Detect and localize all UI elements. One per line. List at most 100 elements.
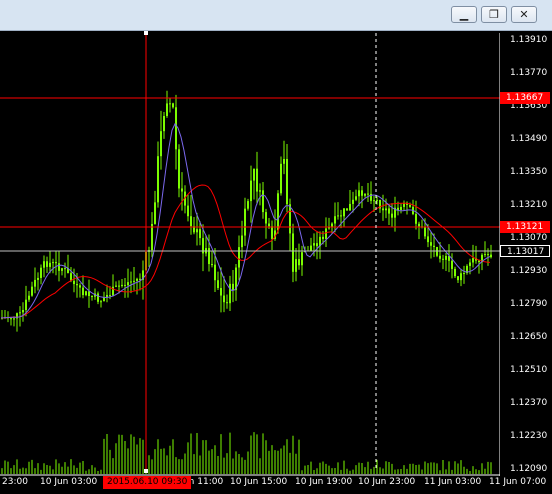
candle-body [298,259,300,266]
candle-body [331,223,333,227]
candle-body [121,284,123,286]
restore-icon: ❐ [489,8,499,21]
candle-body [241,235,243,248]
price-tick: 1.13210 [510,200,548,210]
candle-body [256,168,258,192]
candle-body [10,318,12,320]
candle-body [283,158,285,164]
candle-body [322,236,324,239]
candle-body [223,295,225,303]
minimize-button[interactable]: ▁ [451,6,477,23]
candle-body [103,297,105,302]
candle-body [289,204,291,234]
candle-body [325,228,327,239]
candle-body [337,215,339,217]
candle-body [31,286,33,296]
price-tick: 1.12370 [510,398,548,408]
candle-body [391,213,393,218]
candle-body [82,287,84,296]
candle-body [61,268,63,271]
price-chart-canvas[interactable] [0,31,552,494]
candle-body [73,280,75,285]
candle-body [199,229,201,239]
candle-body [175,107,177,150]
candle-body [28,295,30,300]
candle-body [313,243,315,246]
candle-body [151,223,153,251]
price-tick: 1.13490 [510,134,548,144]
candle-body [478,260,480,263]
price-tick: 1.12790 [510,299,548,309]
candle-body [88,291,90,297]
crosshair-top-handle[interactable] [144,31,148,35]
candle-body [340,215,342,217]
window-titlebar: ▁ ❐ ✕ [0,0,552,31]
candle-body [295,259,297,272]
candle-body [58,263,60,271]
candle-body [484,254,486,256]
candle-body [460,273,462,281]
current-price-badge: 1.13017 [500,245,550,257]
candle-body [343,208,345,217]
horizontal-line-price-badge: 1.13121 [500,221,550,233]
candle-body [334,216,336,224]
candle-body [49,262,51,267]
time-label: 10 Jun 19:00 [295,477,353,487]
candle-body [91,296,93,298]
price-tick: 1.12650 [510,332,548,342]
candle-body [415,214,417,224]
candle-body [181,188,183,192]
candle-body [430,242,432,246]
candle-body [190,216,192,227]
price-tick: 1.13770 [510,68,548,78]
candle-body [124,284,126,286]
restore-button[interactable]: ❐ [481,6,507,23]
candle-body [451,260,453,269]
candle-body [169,103,171,105]
candle-body [217,280,219,289]
candle-body [454,268,456,277]
candle-body [46,261,48,267]
candle-body [409,204,411,207]
candle-body [238,247,240,268]
time-label: 11 Jun 03:00 [424,477,482,487]
candle-body [262,190,264,213]
candle-body [463,273,465,275]
candle-body [52,262,54,264]
candle-body [19,312,21,314]
candle-body [229,283,231,304]
candle-body [388,208,390,214]
candle-body [178,149,180,189]
candle-body [316,243,318,247]
candle-body [97,293,99,302]
time-label: 11 Jun 07:00 [489,477,547,487]
candle-body [232,283,234,291]
candle-body [109,295,111,297]
candle-body [259,190,261,192]
candle-body [25,299,27,310]
candle-body [115,285,117,287]
candle-body [127,282,129,286]
candle-body [118,285,120,287]
time-label: 23:00 [2,477,28,487]
candle-body [85,291,87,296]
candle-body [79,285,81,288]
close-icon: ✕ [519,8,529,21]
candle-body [358,190,360,197]
candle-body [250,180,252,202]
candle-body [136,278,138,281]
candle-body [442,258,444,260]
candle-body [385,208,387,211]
candle-body [433,245,435,247]
candle-body [364,193,366,196]
close-button[interactable]: ✕ [511,6,537,23]
candle-body [166,103,168,116]
candle-body [280,163,282,194]
candle-body [133,280,135,282]
candle-body [424,227,426,237]
crosshair-bottom-handle[interactable] [144,469,148,473]
candle-body [367,193,369,195]
candle-body [271,226,273,239]
candle-body [268,223,270,227]
candle-body [439,255,441,259]
